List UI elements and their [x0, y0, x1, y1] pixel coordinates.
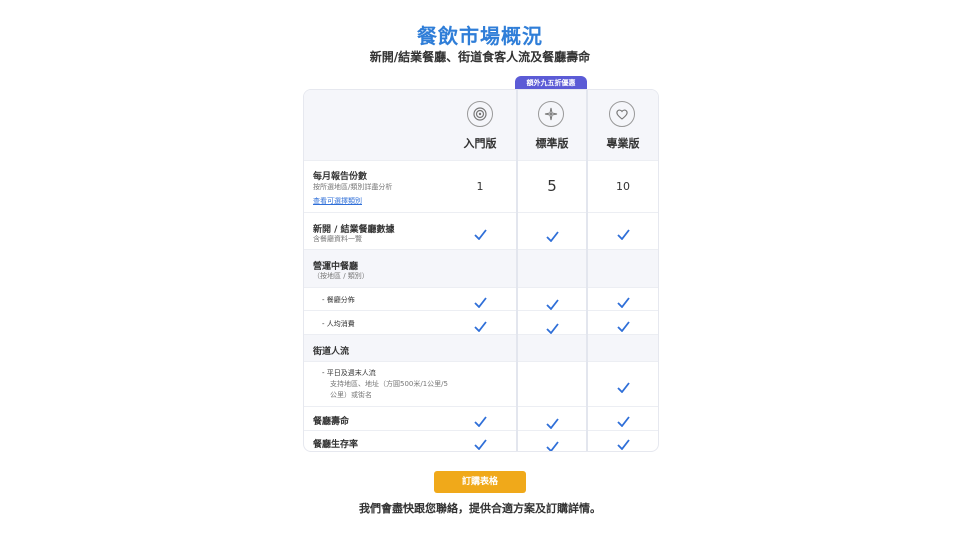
plan-name-starter: 入門版	[463, 137, 497, 150]
row-label: - 人均消費	[322, 320, 355, 328]
row-per-capita-spend: - 人均消費	[304, 310, 658, 335]
value-starter: 1	[476, 180, 484, 193]
row-street-section: 街道人流	[304, 334, 658, 361]
section-label: 街道人流	[313, 347, 350, 357]
pricing-table: 入門版 標準版 專業版 每月報告份數 按所選地區/類別詳盡分析 查看可選擇類別 …	[303, 89, 659, 452]
value-standard: 5	[547, 177, 557, 195]
discount-badge: 額外九五折優惠	[515, 76, 587, 90]
check-icon	[588, 378, 658, 397]
value-pro: 10	[616, 180, 630, 193]
row-label: - 餐廳分佈	[322, 296, 355, 304]
row-lifespan: 餐廳壽命	[304, 406, 658, 431]
check-icon	[445, 225, 515, 244]
order-form-button[interactable]: 訂購表格	[434, 471, 526, 493]
row-operating-section: 營運中餐廳 （按地區 / 類別）	[304, 249, 658, 287]
row-label: 餐廳壽命	[313, 417, 350, 427]
check-icon	[445, 412, 515, 431]
check-icon	[588, 225, 658, 244]
section-sublabel: （按地區 / 類別）	[313, 272, 369, 280]
row-sublabel: 含餐廳資料一覽	[313, 235, 362, 243]
plan-header-row: 入門版 標準版 專業版	[304, 90, 658, 160]
footer-note: 我們會盡快跟您聯絡，提供合適方案及訂購詳情。	[359, 502, 601, 515]
check-icon	[588, 435, 658, 451]
row-survival-rate: 餐廳生存率	[304, 430, 658, 451]
row-sublabel: 按所選地區/類別詳盡分析	[313, 183, 393, 191]
row-monthly-reports: 每月報告份數 按所選地區/類別詳盡分析 查看可選擇類別 1 5 10	[304, 160, 658, 212]
row-label: 每月報告份數	[313, 172, 368, 182]
page-subtitle: 新開/結業餐廳、街道食客人流及餐廳壽命	[369, 50, 591, 64]
sparkle-icon	[538, 101, 564, 127]
row-weekday-weekend: - 平日及週末人流 支持地區、地址（方圓500米/1公里/5公里）或街名	[304, 361, 658, 406]
check-icon	[517, 437, 587, 451]
row-label: - 平日及週末人流	[322, 369, 376, 377]
handshake-heart-icon	[609, 101, 635, 127]
page-title: 餐飲市場概況	[417, 24, 543, 48]
row-distribution: - 餐廳分佈	[304, 287, 658, 311]
plan-name-pro: 專業版	[606, 137, 640, 150]
view-categories-link[interactable]: 查看可選擇類別	[313, 196, 362, 206]
check-icon	[445, 435, 515, 451]
row-sublabel: 支持地區、地址（方圓500米/1公里/5公里）或街名	[330, 380, 448, 399]
row-open-close: 新開 / 結業餐廳數據 含餐廳資料一覽	[304, 212, 658, 249]
plan-name-standard: 標準版	[535, 137, 569, 150]
target-icon	[467, 101, 493, 127]
row-label: 餐廳生存率	[313, 440, 359, 450]
check-icon	[588, 412, 658, 431]
check-icon	[517, 227, 587, 246]
